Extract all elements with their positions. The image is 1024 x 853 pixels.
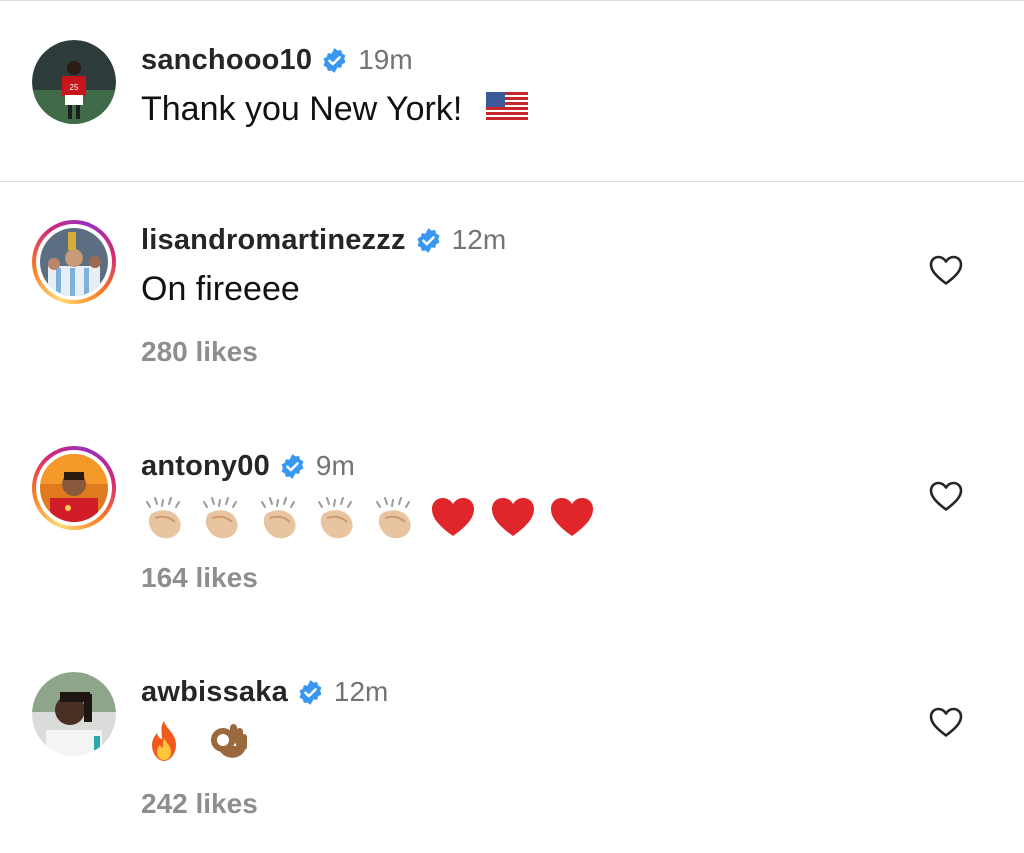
avatar-image (32, 672, 116, 756)
likes-count[interactable]: 280 likes (141, 336, 258, 368)
caption-time: 19m (358, 44, 413, 75)
svg-text:25: 25 (70, 83, 79, 92)
post-caption: 25 sanchooo10 19m Thank you New York! (0, 0, 1024, 182)
heart-icon[interactable] (928, 480, 964, 512)
comment-text: On fireeee (141, 270, 300, 308)
comment-emoji-row (141, 718, 252, 766)
avatar-image: 25 (32, 40, 116, 124)
verified-badge-icon (321, 47, 348, 74)
comment-username[interactable]: antony00 (141, 450, 270, 483)
comment-emoji-row (141, 494, 597, 542)
us-flag-icon (485, 91, 528, 131)
fire-icon (141, 718, 187, 773)
avatar[interactable] (32, 446, 116, 530)
clapping-hands-icon (256, 494, 304, 549)
comment-username[interactable]: awbissaka (141, 676, 288, 709)
red-heart-icon (428, 494, 478, 549)
caption-text-row: Thank you New York! (141, 90, 528, 131)
clapping-hands-icon (313, 494, 361, 549)
comment-item: lisandromartinezzz 12m On fireeee 280 li… (0, 220, 1024, 380)
comment-username[interactable]: lisandromartinezzz (141, 224, 406, 257)
verified-badge-icon (297, 679, 324, 706)
comment-time: 12m (333, 676, 389, 707)
comment-item: antony00 9m 164 likes (0, 446, 1024, 606)
heart-icon[interactable] (928, 706, 964, 738)
avatar[interactable] (32, 672, 116, 756)
verified-badge-icon (279, 453, 306, 480)
caption-username[interactable]: sanchooo10 (141, 44, 312, 77)
red-heart-icon (547, 494, 597, 549)
heart-icon[interactable] (928, 254, 964, 286)
avatar[interactable] (32, 220, 116, 304)
clapping-hands-icon (141, 494, 189, 549)
avatar[interactable]: 25 (32, 40, 116, 124)
red-heart-icon (488, 494, 538, 549)
avatar-image (40, 454, 108, 522)
likes-count[interactable]: 164 likes (141, 562, 258, 594)
caption-text: Thank you New York! (141, 90, 463, 128)
ok-hand-icon (206, 718, 252, 773)
avatar-image (40, 228, 108, 296)
verified-badge-icon (415, 227, 442, 254)
comment-item: awbissaka 12m 242 likes (0, 672, 1024, 832)
likes-count[interactable]: 242 likes (141, 788, 258, 820)
comment-time: 12m (451, 224, 507, 255)
clapping-hands-icon (198, 494, 246, 549)
clapping-hands-icon (371, 494, 419, 549)
comment-time: 9m (315, 450, 355, 481)
